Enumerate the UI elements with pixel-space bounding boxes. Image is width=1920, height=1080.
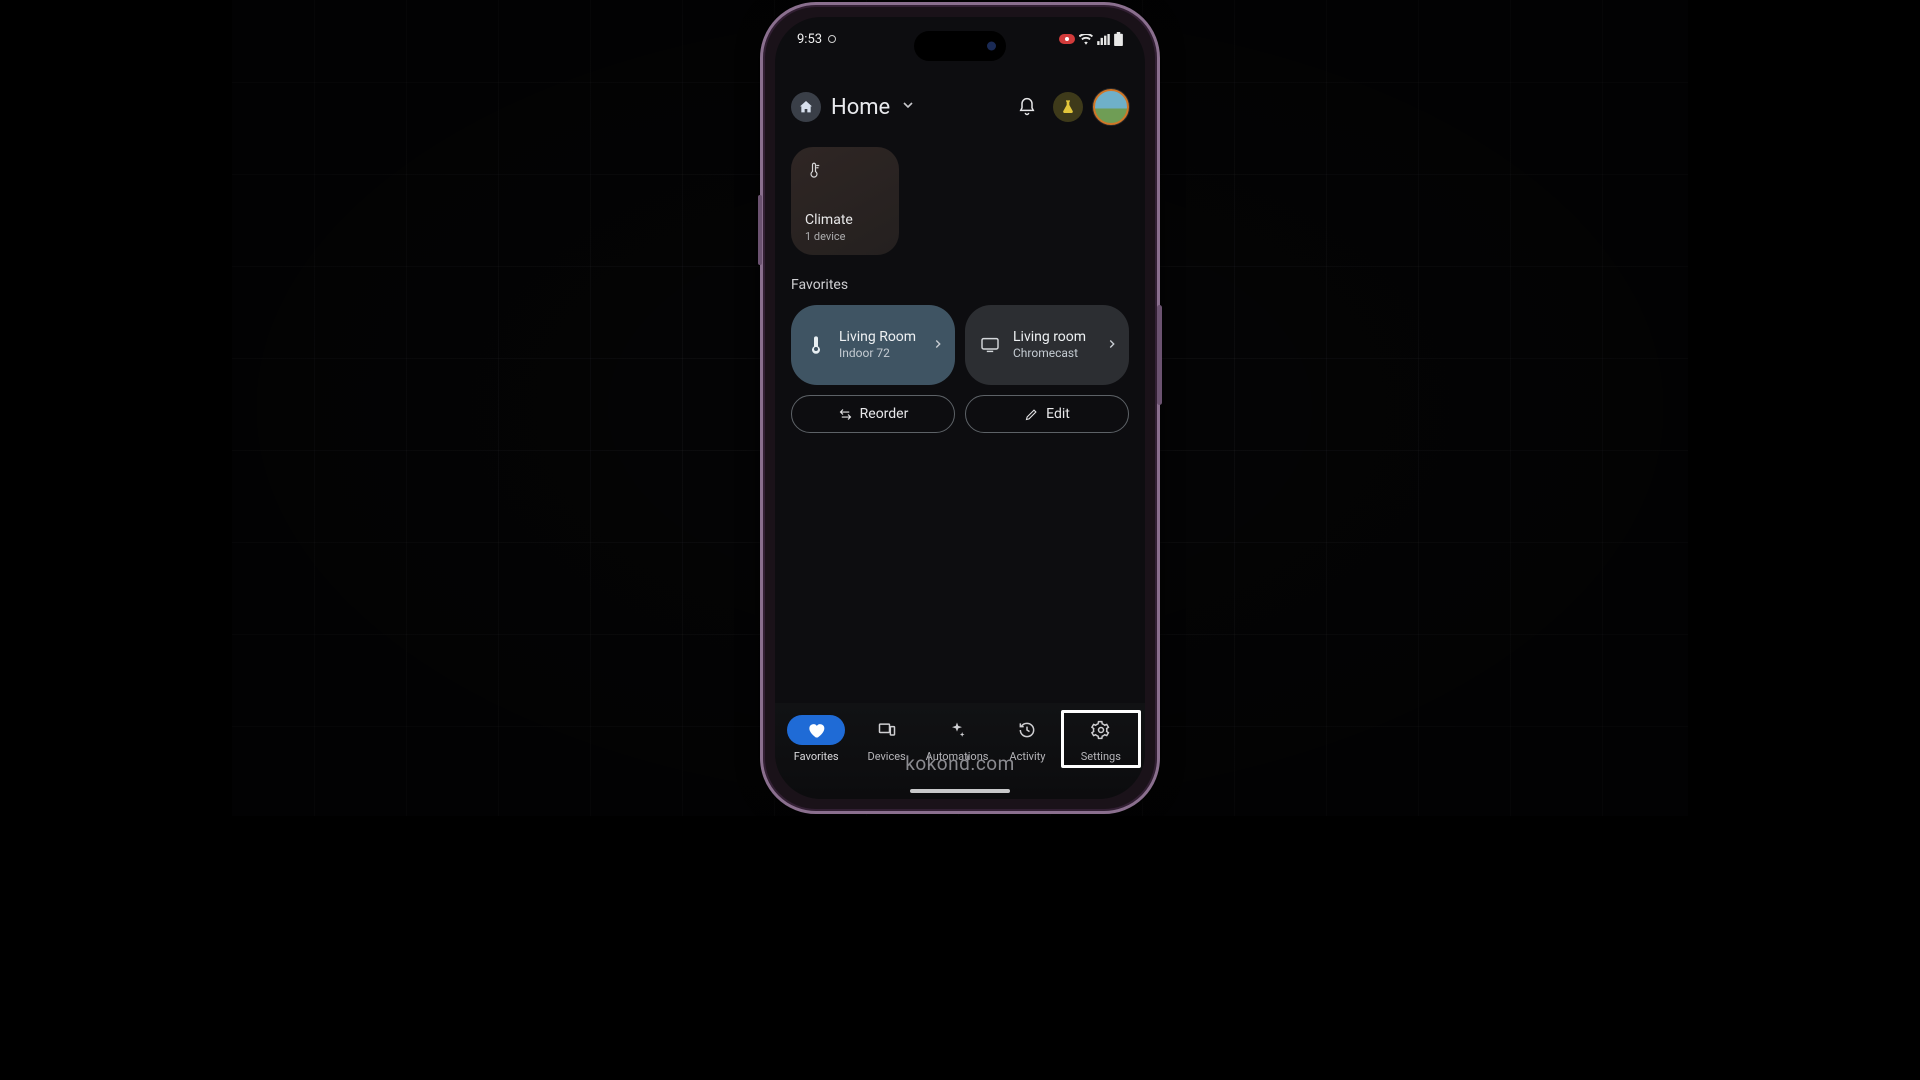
favorite-subtitle: Chromecast xyxy=(1013,346,1093,360)
tv-icon xyxy=(979,334,1001,356)
wifi-icon xyxy=(1079,34,1093,45)
nav-devices-label: Devices xyxy=(867,750,905,763)
heart-icon xyxy=(806,720,826,740)
thermometer-icon xyxy=(805,161,885,183)
chevron-right-icon xyxy=(931,336,945,355)
home-icon[interactable] xyxy=(791,92,821,122)
edit-label: Edit xyxy=(1046,406,1070,422)
nav-favorites[interactable]: Favorites xyxy=(781,715,851,763)
gesture-bar[interactable] xyxy=(910,789,1010,793)
nav-automations[interactable]: Automations xyxy=(922,715,992,763)
nav-settings-label: Settings xyxy=(1081,750,1121,763)
reorder-button[interactable]: Reorder xyxy=(791,395,955,433)
reorder-label: Reorder xyxy=(860,406,909,422)
climate-tile[interactable]: Climate 1 device xyxy=(791,147,899,255)
nav-devices[interactable]: Devices xyxy=(851,715,921,763)
status-time: 9:53 xyxy=(797,32,822,47)
climate-subtitle: 1 device xyxy=(805,230,885,243)
notifications-icon[interactable] xyxy=(1011,91,1043,123)
favorites-section-label: Favorites xyxy=(791,277,1129,293)
sparkle-icon xyxy=(947,720,967,740)
favorite-chromecast[interactable]: Living room Chromecast xyxy=(965,305,1129,385)
screen-record-icon xyxy=(828,35,836,43)
dynamic-island xyxy=(914,31,1006,61)
gear-icon xyxy=(1091,720,1111,740)
recording-pill-icon xyxy=(1059,34,1075,44)
nav-activity[interactable]: Activity xyxy=(992,715,1062,763)
chevron-right-icon xyxy=(1105,336,1119,355)
favorite-subtitle: Indoor 72 xyxy=(839,346,919,360)
favorite-title: Living Room xyxy=(839,329,919,346)
thermostat-icon xyxy=(805,334,827,356)
climate-title: Climate xyxy=(805,212,885,228)
battery-icon xyxy=(1114,32,1123,46)
favorite-living-room[interactable]: Living Room Indoor 72 xyxy=(791,305,955,385)
history-icon xyxy=(1017,720,1037,740)
edit-button[interactable]: Edit xyxy=(965,395,1129,433)
phone-screen: 9:53 xyxy=(775,17,1145,799)
bottom-nav: Favorites Devices Automations xyxy=(775,703,1145,799)
nav-automations-label: Automations xyxy=(926,750,989,763)
pencil-icon xyxy=(1024,407,1039,422)
home-selector-title[interactable]: Home xyxy=(831,95,890,120)
phone-frame: 9:53 xyxy=(760,2,1160,814)
reorder-icon xyxy=(838,407,853,422)
nav-activity-label: Activity xyxy=(1009,750,1045,763)
devices-icon xyxy=(877,720,897,740)
chevron-down-icon[interactable] xyxy=(900,97,916,117)
experiments-icon[interactable] xyxy=(1053,92,1083,122)
favorite-title: Living room xyxy=(1013,329,1093,346)
nav-favorites-label: Favorites xyxy=(794,750,839,763)
cellular-icon xyxy=(1097,34,1110,45)
profile-avatar[interactable] xyxy=(1093,89,1129,125)
nav-settings[interactable]: Settings xyxy=(1061,710,1141,768)
